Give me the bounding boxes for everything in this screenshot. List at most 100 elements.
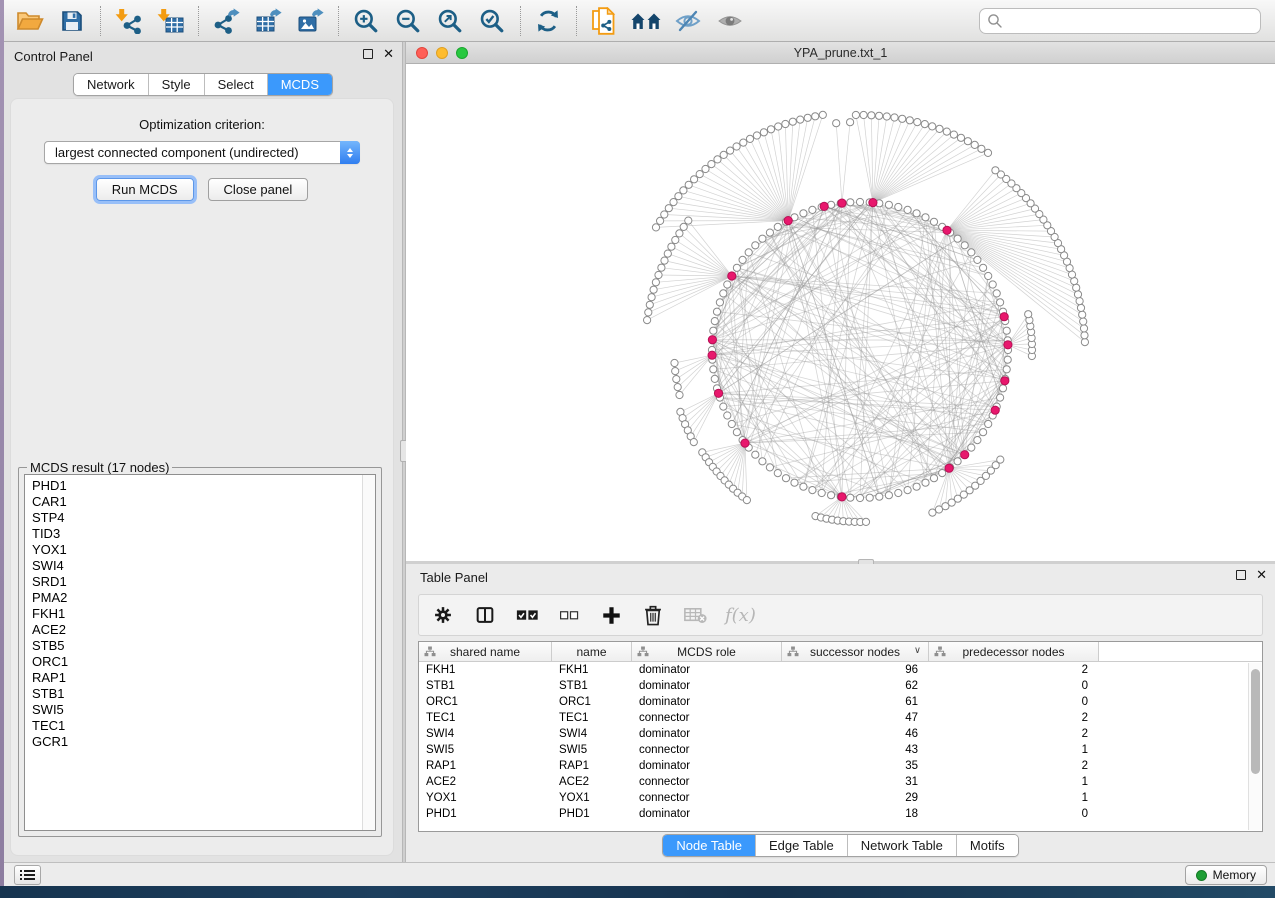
mcds-result-title: MCDS result (17 nodes) [27, 460, 172, 475]
mcds-result-item[interactable]: CAR1 [32, 494, 362, 510]
mcds-result-item[interactable]: TID3 [32, 526, 362, 542]
first-neighbors-icon[interactable] [628, 4, 664, 38]
tab-style[interactable]: Style [148, 74, 204, 95]
network-window-titlebar[interactable]: YPA_prune.txt_1 [406, 42, 1275, 64]
mcds-result-scrollbar[interactable] [362, 475, 375, 830]
export-table-icon[interactable] [250, 4, 286, 38]
mcds-result-item[interactable]: GCR1 [32, 734, 362, 750]
table-row[interactable]: RAP1RAP1dominator352 [419, 758, 1262, 774]
mcds-result-item[interactable]: SRD1 [32, 574, 362, 590]
column-header-successor-nodes[interactable]: successor nodes∨ [782, 642, 929, 661]
mcds-result-item[interactable]: FKH1 [32, 606, 362, 622]
export-network-icon[interactable] [208, 4, 244, 38]
table-cell: connector [632, 742, 782, 758]
network-graph[interactable] [406, 64, 1275, 561]
gear-icon[interactable] [431, 602, 455, 628]
table-row[interactable]: FKH1FKH1dominator962 [419, 662, 1262, 678]
table-toolbar: f(x) [418, 594, 1263, 636]
tab-network[interactable]: Network [74, 74, 148, 95]
table-cell: ORC1 [419, 694, 552, 710]
tab-motifs[interactable]: Motifs [956, 835, 1018, 856]
zoom-out-icon[interactable] [390, 4, 426, 38]
node-table: shared name nameMCDS rolesuccessor nodes∨… [418, 641, 1263, 832]
zoom-in-icon[interactable] [348, 4, 384, 38]
column-header-label: shared name [450, 645, 520, 659]
deselect-all-icon[interactable] [557, 602, 581, 628]
mcds-result-item[interactable]: ORC1 [32, 654, 362, 670]
tab-select[interactable]: Select [204, 74, 267, 95]
table-row[interactable]: YOX1YOX1connector291 [419, 790, 1262, 806]
mcds-result-item[interactable]: RAP1 [32, 670, 362, 686]
tab-network-table[interactable]: Network Table [847, 835, 956, 856]
delete-table-icon [683, 602, 707, 628]
table-cell: 46 [782, 726, 929, 742]
mcds-result-item[interactable]: STB1 [32, 686, 362, 702]
table-row[interactable]: SWI5SWI5connector431 [419, 742, 1262, 758]
close-panel-button[interactable]: Close panel [208, 178, 309, 201]
close-panel-icon[interactable]: ✕ [383, 49, 394, 59]
tab-mcds[interactable]: MCDS [267, 74, 332, 95]
split-panel-icon[interactable] [473, 602, 497, 628]
float-panel-icon[interactable] [363, 49, 373, 59]
optimization-criterion-dropdown[interactable]: largest connected component (undirected) [44, 141, 360, 164]
hide-selected-icon[interactable] [670, 4, 706, 38]
table-row[interactable]: PHD1PHD1dominator180 [419, 806, 1262, 822]
run-mcds-button[interactable]: Run MCDS [96, 178, 194, 201]
table-row[interactable]: SWI4SWI4dominator462 [419, 726, 1262, 742]
close-table-panel-icon[interactable]: ✕ [1256, 570, 1267, 580]
mcds-result-item[interactable]: PHD1 [32, 478, 362, 494]
control-panel-header: Control Panel ✕ [4, 42, 402, 70]
toolbar-separator [520, 6, 521, 36]
import-table-icon[interactable] [152, 4, 188, 38]
show-panels-list-button[interactable] [14, 865, 41, 885]
import-network-icon[interactable] [110, 4, 146, 38]
table-cell: 43 [782, 742, 929, 758]
table-scrollbar-thumb[interactable] [1251, 669, 1260, 774]
refresh-icon[interactable] [530, 4, 566, 38]
mcds-result-group: MCDS result (17 nodes) PHD1CAR1STP4TID3Y… [18, 467, 382, 837]
select-all-icon[interactable] [515, 602, 539, 628]
mcds-result-item[interactable]: ACE2 [32, 622, 362, 638]
export-image-icon[interactable] [292, 4, 328, 38]
save-session-icon[interactable] [54, 4, 90, 38]
table-row[interactable]: TEC1TEC1connector472 [419, 710, 1262, 726]
table-cell: 47 [782, 710, 929, 726]
table-cell: connector [632, 774, 782, 790]
table-row[interactable]: ORC1ORC1dominator610 [419, 694, 1262, 710]
open-session-icon[interactable] [12, 4, 48, 38]
table-cell: STB1 [419, 678, 552, 694]
mcds-result-item[interactable]: STB5 [32, 638, 362, 654]
zoom-selected-icon[interactable] [474, 4, 510, 38]
zoom-fit-icon[interactable] [432, 4, 468, 38]
search-input[interactable] [979, 8, 1261, 34]
mcds-result-item[interactable]: STP4 [32, 510, 362, 526]
table-row[interactable]: STB1STB1dominator620 [419, 678, 1262, 694]
table-row[interactable]: ACE2ACE2connector311 [419, 774, 1262, 790]
mcds-result-item[interactable]: SWI5 [32, 702, 362, 718]
add-column-icon[interactable] [599, 602, 623, 628]
mcds-result-item[interactable]: YOX1 [32, 542, 362, 558]
table-cell: TEC1 [419, 710, 552, 726]
mcds-result-item[interactable]: SWI4 [32, 558, 362, 574]
network-canvas[interactable] [406, 64, 1275, 561]
memory-status-icon [1196, 870, 1207, 881]
network-document-icon[interactable] [586, 4, 622, 38]
column-header-label: predecessor nodes [962, 645, 1064, 659]
float-table-panel-icon[interactable] [1236, 570, 1246, 580]
column-header-name[interactable]: name [552, 642, 632, 661]
table-scrollbar[interactable] [1248, 663, 1261, 830]
control-panel-tabs: NetworkStyleSelectMCDS [73, 73, 333, 96]
mcds-result-item[interactable]: PMA2 [32, 590, 362, 606]
mcds-result-list[interactable]: PHD1CAR1STP4TID3YOX1SWI4SRD1PMA2FKH1ACE2… [24, 474, 376, 831]
tab-node-table[interactable]: Node Table [663, 835, 755, 856]
memory-button[interactable]: Memory [1185, 865, 1267, 885]
table-cell: 61 [782, 694, 929, 710]
hierarchy-icon [637, 646, 649, 660]
column-header-predecessor-nodes[interactable]: predecessor nodes [929, 642, 1099, 661]
table-cell: PHD1 [419, 806, 552, 822]
delete-column-icon[interactable] [641, 602, 665, 628]
tab-edge-table[interactable]: Edge Table [755, 835, 847, 856]
mcds-result-item[interactable]: TEC1 [32, 718, 362, 734]
column-header-MCDS-role[interactable]: MCDS role [632, 642, 782, 661]
column-header-shared-name[interactable]: shared name [419, 642, 552, 661]
